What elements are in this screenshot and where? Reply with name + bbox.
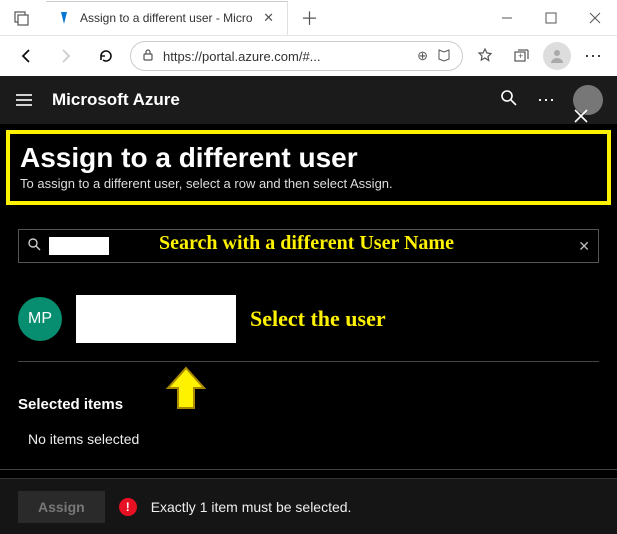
user-avatar: MP [18,297,62,341]
avatar-initials: MP [28,310,52,328]
page-content: Microsoft Azure ⋯ Assign to a different … [0,76,617,534]
zoom-icon[interactable]: ⊕ [417,48,428,64]
svg-text:+: + [518,51,523,61]
search-icon [27,237,41,256]
tab-close-icon[interactable]: ✕ [261,10,277,26]
new-tab-button[interactable]: ＋ [296,4,324,32]
panel-close-icon[interactable] [569,104,593,128]
forward-button [50,40,82,72]
divider [18,361,599,362]
favorites-icon[interactable] [471,42,499,70]
profile-avatar-icon[interactable] [543,42,571,70]
search-value-redacted [49,237,109,255]
titlebar-left: Assign to a different user - Micro ✕ ＋ [0,1,324,35]
user-result-row[interactable]: MP Select the user [18,295,599,343]
annotation-select-user: Select the user [250,306,386,332]
panel-header-highlight: Assign to a different user To assign to … [6,130,611,205]
assign-panel: Assign to a different user To assign to … [0,130,617,470]
panel-footer: Assign ! Exactly 1 item must be selected… [0,478,617,534]
selected-items-heading: Selected items [18,396,599,413]
annotation-search: Search with a different User Name [159,232,454,255]
error-icon: ! [119,498,137,516]
more-icon[interactable]: ⋯ [537,90,555,111]
browser-titlebar: Assign to a different user - Micro ✕ ＋ [0,0,617,36]
url-text: https://portal.azure.com/#... [163,49,409,64]
close-window-icon[interactable] [573,0,617,36]
browser-addressbar: https://portal.azure.com/#... ⊕ + ⋯ [0,36,617,76]
azure-favicon-icon [56,10,72,26]
assign-button[interactable]: Assign [18,491,105,523]
user-search-input[interactable]: Search with a different User Name ✕ [18,229,599,263]
tab-title: Assign to a different user - Micro [80,11,253,25]
tab-actions-icon[interactable] [6,2,38,34]
panel-subtitle: To assign to a different user, select a … [20,176,597,191]
lock-icon [141,48,155,65]
panel-title: Assign to a different user [20,142,597,174]
no-items-text: No items selected [28,431,589,447]
maximize-icon[interactable] [529,0,573,36]
more-icon[interactable]: ⋯ [579,42,607,70]
azure-brand: Microsoft Azure [52,90,180,110]
error-text: Exactly 1 item must be selected. [151,499,352,515]
window-controls [485,0,617,36]
search-icon[interactable] [499,88,519,113]
user-name-redacted [76,295,236,343]
reading-icon[interactable] [436,47,452,66]
refresh-button[interactable] [90,40,122,72]
clear-search-icon[interactable]: ✕ [578,238,590,255]
minimize-icon[interactable] [485,0,529,36]
hamburger-icon[interactable] [14,90,34,110]
browser-tab[interactable]: Assign to a different user - Micro ✕ [46,1,288,35]
azure-header: Microsoft Azure ⋯ [0,76,617,124]
collections-icon[interactable]: + [507,42,535,70]
divider [0,469,617,470]
back-button[interactable] [10,40,42,72]
url-field[interactable]: https://portal.azure.com/#... ⊕ [130,41,463,71]
